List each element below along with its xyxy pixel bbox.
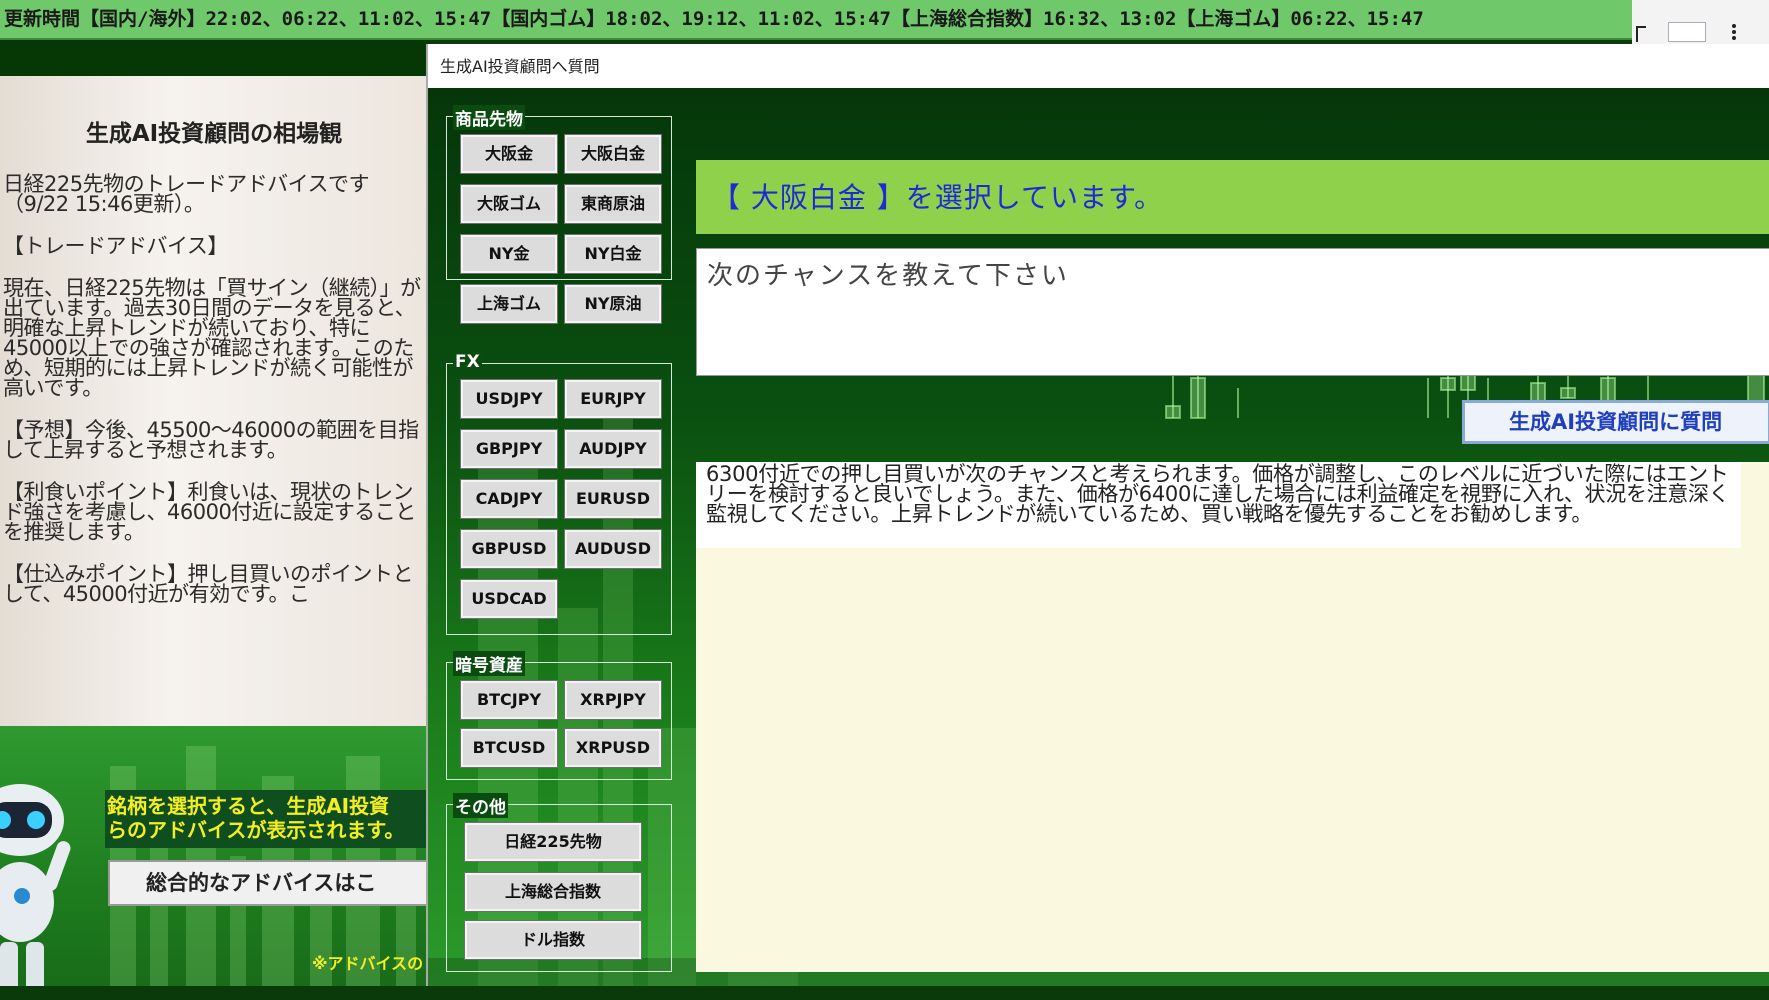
- answer-panel: 6300付近での押し目買いが次のチャンスと考えられます。価格が調整し、このレベル…: [696, 462, 1769, 972]
- window-tray: [1632, 0, 1769, 44]
- opinion-paragraph: 【予想】今後、45500〜46000の範囲を目指して上昇すると予想されます。: [3, 418, 419, 462]
- symbol-button-shanghai-composite[interactable]: 上海総合指数: [464, 872, 642, 912]
- answer-text: 6300付近での押し目買いが次のチャンスと考えられます。価格が調整し、このレベル…: [706, 462, 1730, 526]
- opinion-paragraph: 日経225先物のトレードアドバイスです（9/22 15:46更新）。: [3, 172, 369, 216]
- symbol-button-btcjpy[interactable]: BTCJPY: [460, 680, 558, 720]
- symbol-button-eurjpy[interactable]: EURJPY: [564, 379, 662, 419]
- promo-message-line: らのアドバイスが表示されます。: [107, 818, 405, 842]
- symbol-button-xrpjpy[interactable]: XRPJPY: [564, 680, 662, 720]
- question-input[interactable]: 次のチャンスを教えて下さい: [696, 248, 1769, 376]
- group-label: 暗号資産: [453, 651, 525, 676]
- dialog-title: 生成AI投資顧問へ質問: [428, 44, 1769, 88]
- symbol-button-usdcad[interactable]: USDCAD: [460, 579, 558, 619]
- promo-message: 銘柄を選択すると、生成AI投資 らのアドバイスが表示されます。: [105, 790, 428, 848]
- market-opinion-title: 生成AI投資顧問の相場観: [85, 121, 343, 147]
- market-opinion-body: 日経225先物のトレードアドバイスです（9/22 15:46更新）。 【トレード…: [3, 174, 421, 626]
- symbol-button-dollar-index[interactable]: ドル指数: [464, 920, 642, 960]
- ai-advisor-dialog: 生成AI投資顧問へ質問 商品先物 大阪金 大阪白金 大阪ゴム 東商原油 NY金 …: [426, 44, 1769, 1000]
- promo-banner: 銘柄を選択すると、生成AI投資 らのアドバイスが表示されます。 総合的なアドバイ…: [0, 726, 428, 996]
- selected-symbol-bar: 【 大阪白金 】を選択しています。: [696, 160, 1769, 234]
- left-header-strip: [0, 40, 430, 76]
- symbol-button-btcusd[interactable]: BTCUSD: [460, 728, 558, 768]
- symbol-button-tocom-crude[interactable]: 東商原油: [564, 184, 662, 224]
- symbol-button-ny-gold[interactable]: NY金: [460, 234, 558, 274]
- symbol-button-usdjpy[interactable]: USDJPY: [460, 379, 558, 419]
- promo-message-line: 銘柄を選択すると、生成AI投資: [107, 794, 390, 818]
- symbol-button-osaka-rubber[interactable]: 大阪ゴム: [460, 184, 558, 224]
- group-other: その他 日経225先物 上海総合指数 ドル指数: [446, 793, 672, 972]
- overall-advice-button[interactable]: 総合的なアドバイスはこ: [108, 860, 428, 906]
- symbol-button-ny-platinum[interactable]: NY白金: [564, 234, 662, 274]
- symbol-button-osaka-platinum[interactable]: 大阪白金: [564, 134, 662, 174]
- ask-ai-advisor-button[interactable]: 生成AI投資顧問に質問: [1462, 400, 1769, 444]
- app-logo-icon: [1668, 22, 1706, 42]
- symbol-button-shanghai-rubber[interactable]: 上海ゴム: [460, 284, 558, 324]
- symbol-button-ny-crude[interactable]: NY原油: [564, 284, 662, 324]
- group-crypto: 暗号資産 BTCJPY XRPJPY BTCUSD XRPUSD: [446, 651, 672, 780]
- symbol-button-gbpjpy[interactable]: GBPJPY: [460, 429, 558, 469]
- group-label: FX: [453, 352, 482, 372]
- symbol-button-audjpy[interactable]: AUDJPY: [564, 429, 662, 469]
- more-menu-icon[interactable]: [1732, 22, 1740, 42]
- symbol-button-nikkei225-futures[interactable]: 日経225先物: [464, 822, 642, 862]
- symbol-button-osaka-gold[interactable]: 大阪金: [460, 134, 558, 174]
- bottom-edge: [0, 986, 1769, 1000]
- symbol-button-cadjpy[interactable]: CADJPY: [460, 479, 558, 519]
- opinion-paragraph: 【仕込みポイント】押し目買いのポイントとして、45000付近が有効です。こ: [3, 562, 414, 606]
- selected-symbol-text: 【 大阪白金 】を選択しています。: [712, 181, 1164, 214]
- dialog-body: 商品先物 大阪金 大阪白金 大阪ゴム 東商原油 NY金 NY白金 上海ゴム NY…: [428, 88, 1769, 1000]
- symbol-button-eurusd[interactable]: EURUSD: [564, 479, 662, 519]
- update-time-ticker: 更新時間【国内/海外】22:02、06:22、11:02、15:47【国内ゴム】…: [0, 0, 1632, 40]
- group-fx: FX USDJPY EURJPY GBPJPY AUDJPY CADJPY EU…: [446, 352, 672, 635]
- symbol-button-gbpusd[interactable]: GBPUSD: [460, 529, 558, 569]
- symbol-button-xrpusd[interactable]: XRPUSD: [564, 728, 662, 768]
- group-label: 商品先物: [453, 105, 525, 130]
- group-commodities: 商品先物 大阪金 大阪白金 大阪ゴム 東商原油 NY金 NY白金 上海ゴム NY…: [446, 105, 672, 324]
- window-edge-icon: [1636, 26, 1646, 42]
- advice-note: ※アドバイスの: [312, 954, 424, 973]
- market-opinion-panel: 生成AI投資顧問の相場観 日経225先物のトレードアドバイスです（9/22 15…: [0, 76, 428, 726]
- opinion-paragraph: 現在、日経225先物は「買サイン（継続）」が出ています。過去30日間のデータを見…: [3, 276, 421, 400]
- opinion-paragraph: 【利食いポイント】利食いは、現状のトレンド強さを考慮し、46000付近に設定する…: [3, 480, 416, 544]
- group-label: その他: [453, 793, 508, 818]
- symbol-button-audusd[interactable]: AUDUSD: [564, 529, 662, 569]
- opinion-paragraph: 【トレードアドバイス】: [3, 234, 228, 258]
- robot-mascot-icon: [0, 784, 71, 992]
